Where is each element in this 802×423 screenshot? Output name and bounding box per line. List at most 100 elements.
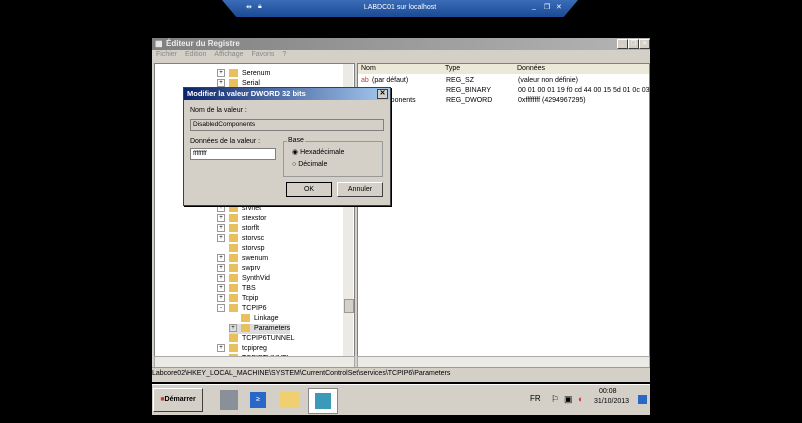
tree-item-label: TCPIP6TUNNEL [242,335,295,342]
value-data[interactable]: 00 01 00 01 19 f0 cd 44 00 15 5d 01 0c 0… [518,86,650,96]
flag-icon[interactable]: ⚐ [551,394,559,405]
column-donnees[interactable]: Données [514,64,649,74]
column-nom[interactable]: Nom [358,64,445,74]
folder-icon [229,224,238,233]
language-indicator[interactable]: FR [530,394,541,403]
close-button[interactable]: ✕ [556,3,562,11]
folder-icon [229,79,238,88]
clock-date[interactable]: 31/10/2013 [594,398,629,405]
tree-item-label: storflt [242,225,260,232]
menu-fichier[interactable]: Fichier [156,51,177,58]
tree-item-label: srvnet [242,205,262,212]
tree-item[interactable]: + swprv [217,264,260,274]
tree-item[interactable]: + Parameters [229,324,291,334]
regedit-taskbar-button[interactable] [308,388,338,414]
tree-item[interactable]: - TCPIP6 [217,304,267,314]
value-data-input[interactable]: ffffffff [190,148,276,160]
tree-item-label: swprv [242,265,261,272]
network-icon[interactable]: ▣ [564,394,573,405]
folder-icon [241,324,250,333]
explorer-icon[interactable] [280,392,300,408]
window-title: Éditeur du Registre [166,39,240,48]
tree-item[interactable]: + storflt [217,224,259,234]
value-type[interactable]: REG_BINARY [446,86,491,96]
tree-item-label: SynthVid [242,275,270,282]
value-name[interactable]: (par défaut) [372,76,408,86]
folder-icon [229,344,238,353]
dec-radio[interactable]: ○ Décimale [292,161,327,168]
ok-button[interactable]: OK [286,182,332,197]
menu-help[interactable]: ? [282,51,286,58]
tree-item[interactable]: + Tcpip [217,294,258,304]
tree-item[interactable]: TCPIP6TUNNEL [217,334,295,344]
dialog-close-button[interactable]: ✕ [377,89,388,99]
regedit-icon: ▦ [155,39,163,48]
expand-toggle[interactable]: + [217,214,225,223]
expand-toggle[interactable]: - [217,304,225,313]
tree-item-label: Serenum [242,70,271,77]
folder-icon [229,284,238,293]
tree-item[interactable]: + SynthVid [217,274,270,284]
dialog-title-text: Modifier la valeur DWORD 32 bits [187,89,306,98]
value-type[interactable]: REG_SZ [446,76,474,86]
regedit-icon [315,393,331,409]
volume-muted-icon[interactable]: ◐ [578,394,583,404]
cancel-button[interactable]: Annuler [337,182,383,197]
show-desktop-button[interactable] [638,395,647,404]
expand-toggle[interactable]: + [217,264,225,273]
tree-item-label: Parameters [254,325,291,332]
expand-toggle[interactable]: + [217,294,225,303]
close-button[interactable]: ✕ [639,39,650,49]
folder-icon [229,214,238,223]
menu-edition[interactable]: Edition [185,51,206,58]
tree-item[interactable]: + stexstor [217,214,267,224]
tree-item-label: storvsp [242,245,265,252]
minimize-button[interactable]: _ [617,39,628,49]
folder-icon [229,244,238,253]
tree-item[interactable]: + swenum [217,254,268,264]
tree-item[interactable]: Linkage [229,314,279,324]
tree-item-label: Linkage [254,315,279,322]
value-type[interactable]: REG_DWORD [446,96,492,106]
base-label: Base [287,137,305,144]
expand-toggle[interactable]: + [217,234,225,243]
tree-item[interactable]: + tcpipreg [217,344,267,354]
minimize-button[interactable]: _ [532,3,536,10]
menu-favoris[interactable]: Favoris [251,51,274,58]
edit-dword-dialog: Modifier la valeur DWORD 32 bits ✕ Nom d… [183,87,391,206]
expand-toggle[interactable]: + [217,284,225,293]
column-type[interactable]: Type [442,64,517,74]
tree-item-label: Tcpip [242,295,259,302]
dec-label: Décimale [298,161,328,168]
clock-time[interactable]: 00:08 [599,388,617,395]
string-value-icon: ab [361,77,369,84]
expand-toggle[interactable]: + [229,324,237,333]
powershell-icon[interactable]: ≥ [250,392,266,408]
hex-radio[interactable]: ◉ Hexadécimale [292,148,344,156]
tree-item-label: swenum [242,255,269,262]
menu-affichage[interactable]: Affichage [214,51,243,58]
tree-item[interactable]: storvsp [217,244,265,254]
tree-item[interactable]: + TBS [217,284,256,294]
expand-toggle[interactable]: + [217,344,225,353]
restore-button[interactable]: ❐ [544,3,550,11]
value-name-field: DisabledComponents [190,119,384,131]
server-manager-icon[interactable] [220,390,238,410]
window-titlebar: ▦ Éditeur du Registre _ ❐ ✕ [152,38,650,50]
tree-item[interactable]: + storvsc [217,234,264,244]
expand-toggle[interactable]: + [217,254,225,263]
value-data[interactable]: (valeur non définie) [518,76,578,86]
expand-toggle[interactable]: + [217,69,225,78]
menu-bar: Fichier Edition Affichage Favoris? [152,51,650,62]
tree-item[interactable]: + Serenum [217,69,270,79]
start-button[interactable]: ■Démarrer [153,388,203,412]
tree-item-label: TBS [242,285,256,292]
maximize-button[interactable]: ❐ [628,39,639,49]
dialog-title: Modifier la valeur DWORD 32 bits ✕ [184,88,390,100]
scroll-thumb[interactable] [344,299,354,313]
expand-toggle[interactable]: + [217,79,225,88]
tree-item-label: TCPIP6 [242,305,267,312]
value-data[interactable]: 0xffffffff (4294967295) [518,96,586,106]
expand-toggle[interactable]: + [217,274,225,283]
expand-toggle[interactable]: + [217,224,225,233]
